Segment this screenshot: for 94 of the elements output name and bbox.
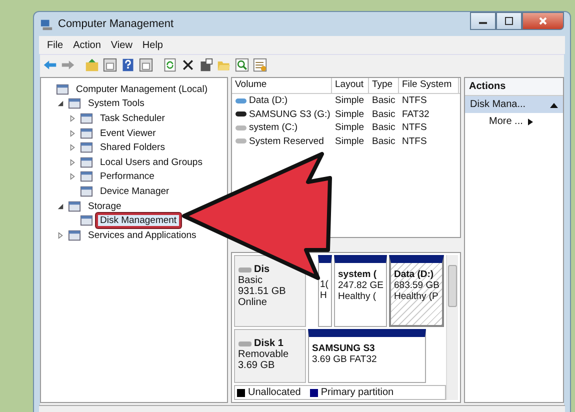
expanded-arrow-icon[interactable] bbox=[57, 100, 64, 108]
table-cell-text: NTFS bbox=[401, 136, 428, 147]
close-icon bbox=[538, 16, 548, 26]
disk-status: Online bbox=[238, 297, 268, 308]
window-icon bbox=[80, 141, 93, 154]
table-cell: system (C:) bbox=[249, 122, 298, 134]
tree-item[interactable]: Performance bbox=[96, 169, 158, 184]
help-icon[interactable] bbox=[121, 58, 135, 72]
menu-item[interactable]: View bbox=[110, 40, 132, 50]
checklist-icon[interactable] bbox=[253, 58, 267, 72]
minimize-button[interactable] bbox=[470, 12, 496, 30]
tree-item[interactable]: Shared Folders bbox=[96, 140, 169, 156]
panel-icon[interactable] bbox=[103, 58, 117, 72]
column-header[interactable]: Layout bbox=[332, 78, 369, 93]
partition-block[interactable]: Data (D:) 683.59 GB Healthy (P bbox=[389, 255, 444, 327]
disk-type: Basic bbox=[238, 275, 264, 286]
disk-size: 931.51 GB bbox=[238, 286, 287, 297]
table-cell-text: Basic bbox=[371, 95, 396, 106]
panel-icon[interactable] bbox=[139, 58, 153, 72]
table-cell: Data (D:) bbox=[249, 95, 288, 106]
tree-item[interactable]: Services and Applications bbox=[84, 228, 200, 243]
refresh-icon[interactable] bbox=[163, 58, 177, 72]
tree-item[interactable]: Device Manager bbox=[96, 184, 174, 199]
folder-icon[interactable] bbox=[85, 58, 99, 72]
window-icon bbox=[80, 156, 93, 169]
table-cell-text: Simple bbox=[334, 95, 366, 106]
partition-block[interactable]: SAMSUNG S3 3.69 GB FAT32 bbox=[308, 329, 426, 383]
legend-label: Primary partition bbox=[320, 387, 394, 398]
table-cell: System Reserved bbox=[249, 136, 324, 147]
table-cell-text: Basic bbox=[371, 108, 396, 120]
actions-header: Actions bbox=[465, 78, 563, 96]
maximize-icon bbox=[504, 16, 514, 26]
expanded-arrow-icon[interactable] bbox=[57, 202, 64, 210]
partition-size: 3.69 GB FAT32 bbox=[312, 354, 378, 365]
window-title: Computer Management bbox=[58, 18, 174, 30]
partition-block[interactable]: system ( 247.82 GE Healthy ( bbox=[334, 255, 387, 327]
delete-icon[interactable] bbox=[181, 58, 195, 72]
back-icon[interactable] bbox=[43, 58, 57, 72]
window-icon bbox=[68, 228, 81, 242]
maximize-button[interactable] bbox=[496, 12, 522, 30]
more-link[interactable]: More ... bbox=[489, 116, 523, 127]
partition-status: Healthy ( bbox=[338, 291, 378, 302]
table-cell-text: Basic bbox=[371, 122, 396, 134]
legend-label: Unallocated bbox=[248, 387, 301, 398]
window-icon bbox=[80, 112, 93, 125]
window-icon bbox=[80, 184, 93, 198]
table-cell-text: Simple bbox=[334, 108, 366, 120]
partition-name: system ( bbox=[338, 269, 378, 280]
partition-size: 683.59 GB bbox=[394, 280, 439, 291]
partition-status: H bbox=[320, 290, 328, 301]
partition-size: 1( bbox=[320, 279, 330, 290]
window-icon bbox=[80, 214, 93, 228]
forward-icon[interactable] bbox=[61, 58, 75, 72]
tree-item[interactable]: System Tools bbox=[84, 96, 148, 112]
table-cell: SAMSUNG S3 (G:) bbox=[249, 108, 330, 120]
computer-icon bbox=[40, 18, 53, 30]
table-cell-text: Basic bbox=[371, 136, 396, 147]
tree-item[interactable]: Local Users and Groups bbox=[96, 154, 206, 170]
menu-item[interactable]: Action bbox=[73, 40, 101, 50]
partition-status: Healthy (P bbox=[394, 291, 439, 302]
partition-name: SAMSUNG S3 bbox=[312, 343, 376, 354]
table-cell-text: Simple bbox=[334, 122, 366, 134]
window-icon bbox=[80, 170, 93, 184]
window-icon bbox=[80, 126, 93, 140]
collapse-arrow-icon[interactable] bbox=[550, 102, 558, 108]
tree-item[interactable]: Computer Management (Local) bbox=[72, 82, 212, 97]
tree-item[interactable]: Task Scheduler bbox=[96, 110, 169, 126]
column-header[interactable]: Volume bbox=[232, 78, 332, 93]
partition-size: 247.82 GE bbox=[338, 280, 383, 291]
table-cell-text: NTFS bbox=[401, 122, 428, 134]
column-header[interactable]: Type bbox=[369, 78, 399, 93]
disk-type: Removable bbox=[238, 349, 290, 360]
menu-item[interactable]: File bbox=[47, 40, 64, 50]
table-cell-text: NTFS bbox=[401, 95, 428, 106]
disk-size: 3.69 GB bbox=[238, 360, 276, 371]
search-icon[interactable] bbox=[235, 58, 249, 72]
disk-name: Disk 1 bbox=[254, 338, 284, 349]
partition-name: Data (D:) bbox=[394, 269, 435, 280]
close-button[interactable] bbox=[522, 12, 564, 30]
tree-item[interactable]: Disk Management bbox=[96, 213, 181, 228]
submenu-arrow-icon[interactable] bbox=[528, 118, 533, 126]
disk-name: Dis bbox=[254, 264, 270, 275]
scrollbar[interactable] bbox=[446, 255, 458, 400]
collapsed-arrow-icon[interactable] bbox=[57, 232, 64, 239]
window-icon bbox=[68, 200, 81, 213]
tree-item[interactable]: Storage bbox=[84, 198, 126, 214]
column-header[interactable]: File System bbox=[399, 78, 459, 93]
partition-block[interactable]: 1( H bbox=[318, 255, 332, 327]
table-cell-text: FAT32 bbox=[401, 108, 430, 120]
window-icon bbox=[56, 82, 69, 96]
menu-item[interactable]: Help bbox=[142, 40, 163, 50]
tree-item[interactable]: Event Viewer bbox=[96, 126, 160, 141]
table-cell-text: Simple bbox=[334, 136, 366, 147]
window-icon bbox=[68, 97, 81, 110]
